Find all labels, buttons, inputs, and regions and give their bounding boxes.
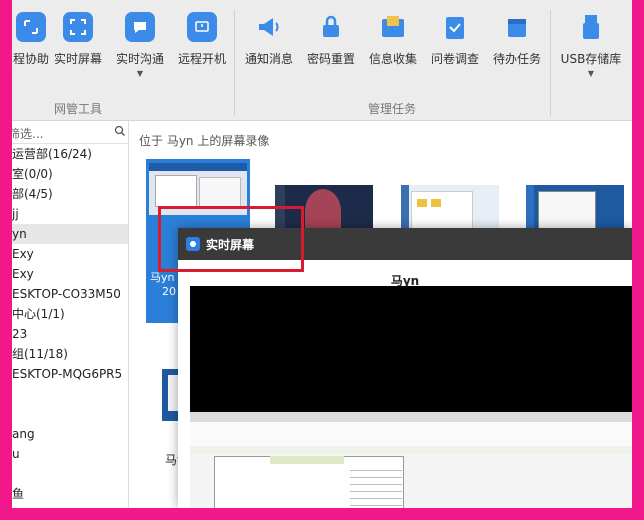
tree-item[interactable]: ESKTOP-MQG6PR5 <box>12 364 128 384</box>
ribbon-toolbar: 程协助 实时屏幕 实时沟通 ▼ 远程开机 通知消息 密码重置 信息收集 问卷调查… <box>12 0 632 121</box>
survey-button[interactable]: 问卷调查 <box>422 12 488 67</box>
notify-button[interactable]: 通知消息 <box>236 12 302 67</box>
remote-screen-view[interactable] <box>190 286 632 412</box>
sidebar-tree: 筛选... 运营部(16/24) 室(0/0) 部(4/5) jj yn Exy… <box>12 121 129 508</box>
tree-item[interactable]: Exy <box>12 244 128 264</box>
tree-item[interactable] <box>12 384 128 404</box>
filter-placeholder: 筛选... <box>12 127 44 141</box>
megaphone-icon <box>254 12 284 42</box>
tree-item[interactable] <box>12 464 128 484</box>
highlight-frame <box>158 206 304 272</box>
chevron-down-icon: ▼ <box>136 69 144 78</box>
tree-item[interactable]: jj <box>12 204 128 224</box>
search-icon[interactable] <box>114 125 126 140</box>
survey-label: 问卷调查 <box>430 52 479 66</box>
group-label-management: 管理任务 <box>368 102 417 116</box>
chat-icon <box>125 12 155 42</box>
todo-button[interactable]: 待办任务 <box>484 12 550 67</box>
remote-assist-icon <box>16 12 46 42</box>
tree-item[interactable]: ESKTOP-CO33M50 <box>12 284 128 304</box>
app-window: 程协助 实时屏幕 实时沟通 ▼ 远程开机 通知消息 密码重置 信息收集 问卷调查… <box>12 0 632 508</box>
notify-label: 通知消息 <box>244 52 293 66</box>
filter-input[interactable]: 筛选... <box>12 121 128 144</box>
location-label: 位于 马yn 上的屏幕录像 <box>139 134 270 148</box>
lock-icon <box>316 12 346 42</box>
usb-icon <box>576 12 606 42</box>
todo-label: 待办任务 <box>492 52 541 66</box>
group-divider <box>550 10 551 116</box>
inbox-icon <box>378 12 408 42</box>
live-screen-label: 实时屏幕 <box>53 52 102 66</box>
usb-storage-button[interactable]: USB存储库 ▼ <box>555 12 627 78</box>
tree-item[interactable]: 室(0/0) <box>12 164 128 184</box>
group-divider <box>234 10 235 116</box>
tree-item[interactable]: 鱼 <box>12 484 128 504</box>
tree-item[interactable]: ang <box>12 424 128 444</box>
power-icon <box>187 12 217 42</box>
live-chat-button[interactable]: 实时沟通 ▼ <box>107 12 173 78</box>
tree-item[interactable]: 组(11/18) <box>12 344 128 364</box>
usb-storage-label: USB存储库 <box>560 52 622 66</box>
tree-item[interactable] <box>12 404 128 424</box>
remote-power-label: 远程开机 <box>177 52 226 66</box>
password-reset-label: 密码重置 <box>306 52 355 66</box>
checklist-icon <box>440 12 470 42</box>
group-label-network-tools: 网管工具 <box>54 102 103 116</box>
info-collect-label: 信息收集 <box>368 52 417 66</box>
remote-power-button[interactable]: 远程开机 <box>169 12 235 67</box>
remote-spreadsheet-view[interactable] <box>190 412 632 508</box>
live-screen-button[interactable]: 实时屏幕 <box>45 12 111 67</box>
tree-item-selected[interactable]: yn <box>12 224 128 244</box>
tree-item[interactable]: u <box>12 444 128 464</box>
calendar-icon <box>502 12 532 42</box>
live-screen-icon <box>63 12 93 42</box>
tree-item[interactable]: 23 <box>12 324 128 344</box>
tree-item[interactable]: 中心(1/1) <box>12 304 128 324</box>
tree-item[interactable]: 运营部(16/24) <box>12 144 128 164</box>
thumbnail-time: 20 <box>162 285 176 298</box>
password-reset-button[interactable]: 密码重置 <box>298 12 364 67</box>
live-chat-label: 实时沟通 <box>115 52 164 66</box>
info-collect-button[interactable]: 信息收集 <box>360 12 426 67</box>
chevron-down-icon: ▼ <box>587 69 595 78</box>
tree-item[interactable]: 部(4/5) <box>12 184 128 204</box>
tree-item[interactable]: Exy <box>12 264 128 284</box>
